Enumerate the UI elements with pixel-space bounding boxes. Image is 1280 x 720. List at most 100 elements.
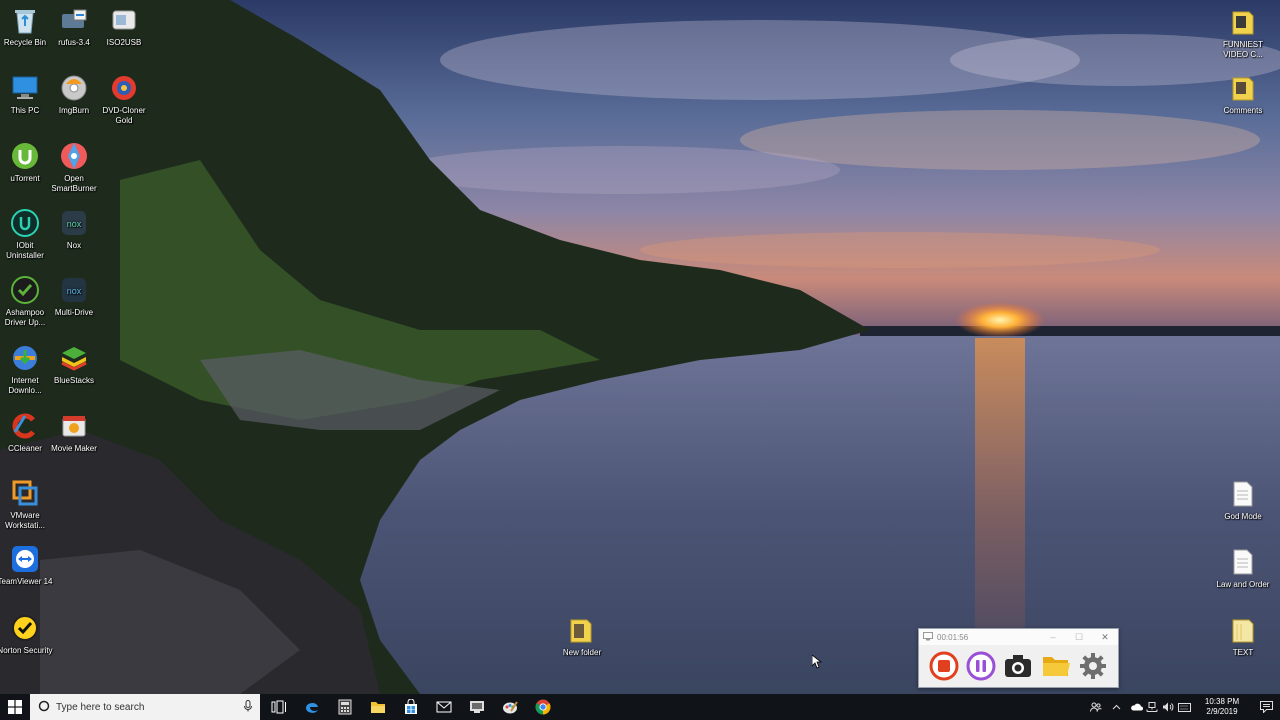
show-hidden-icons-chevron-icon[interactable] bbox=[1104, 694, 1128, 720]
desktop-icon-text[interactable]: TEXT bbox=[1218, 614, 1268, 658]
desktop-icon-label: Law and Order bbox=[1216, 580, 1270, 589]
desktop-icon-law-and-order[interactable]: Law and Order bbox=[1216, 546, 1270, 590]
microphone-icon[interactable] bbox=[244, 699, 252, 715]
onedrive-cloud-icon[interactable] bbox=[1128, 694, 1144, 720]
store-button[interactable] bbox=[394, 694, 427, 720]
text-file-icon bbox=[1227, 546, 1259, 578]
folder-icon bbox=[1227, 6, 1259, 38]
windows-logo-icon bbox=[8, 700, 22, 714]
desktop-icon-ccleaner[interactable]: CCleaner bbox=[0, 410, 50, 454]
recording-timer: 00:01:56 bbox=[937, 632, 969, 642]
desktop-icon-utorrent[interactable]: uTorrent bbox=[0, 140, 50, 184]
people-icon[interactable] bbox=[1088, 694, 1104, 720]
open-folder-button[interactable] bbox=[1040, 650, 1072, 682]
folder-icon bbox=[1227, 614, 1259, 646]
paint-icon bbox=[502, 701, 518, 714]
desktop-icon-label: TEXT bbox=[1232, 648, 1254, 657]
desktop-icon-teamviewer[interactable]: TeamViewer 14 bbox=[0, 543, 53, 587]
task-view-icon bbox=[271, 700, 286, 714]
desktop-icon-iso2usb[interactable]: ISO2USB bbox=[99, 4, 149, 48]
desktop-icon-label: rufus-3.4 bbox=[58, 38, 90, 47]
desktop-icon-movie-maker[interactable]: Movie Maker bbox=[49, 410, 99, 454]
desktop-icon-label: Norton Security bbox=[0, 646, 53, 655]
desktop-icon-imgburn[interactable]: ImgBurn bbox=[49, 72, 99, 116]
close-button[interactable]: ✕ bbox=[1092, 632, 1118, 643]
idm-icon bbox=[9, 342, 41, 374]
search-box[interactable]: Type here to search bbox=[30, 694, 260, 720]
mouse-cursor bbox=[811, 654, 823, 669]
desktop-icon-nox[interactable]: nox Nox bbox=[49, 207, 99, 251]
action-center-button[interactable] bbox=[1252, 694, 1280, 720]
this-pc-icon bbox=[9, 72, 41, 104]
settings-button[interactable] bbox=[1077, 650, 1109, 682]
edge-icon bbox=[305, 702, 318, 713]
desktop-icon-label: DVD-Cloner Gold bbox=[102, 106, 146, 125]
pause-button[interactable] bbox=[965, 650, 997, 682]
start-button[interactable] bbox=[0, 694, 30, 720]
desktop-icon-dvd-cloner[interactable]: DVD-Cloner Gold bbox=[99, 72, 149, 126]
desktop-icon-smartburner[interactable]: Open SmartBurner bbox=[49, 140, 99, 194]
stop-record-button[interactable] bbox=[928, 650, 960, 682]
text-file-icon bbox=[1227, 478, 1259, 510]
folder-icon bbox=[1227, 72, 1259, 104]
network-icon[interactable] bbox=[1144, 694, 1160, 720]
taskbar: Type here to search 10:38 PM 2/9/2019 bbox=[0, 694, 1280, 720]
desktop-icon-this-pc[interactable]: This PC bbox=[0, 72, 50, 116]
stop-record-icon bbox=[929, 651, 959, 681]
taskbar-clock[interactable]: 10:38 PM 2/9/2019 bbox=[1194, 697, 1250, 717]
media-app-button[interactable] bbox=[460, 694, 493, 720]
recorder-titlebar[interactable]: 00:01:56 – ☐ ✕ bbox=[919, 629, 1118, 645]
ccleaner-icon bbox=[9, 410, 41, 442]
desktop-icon-funniest-video[interactable]: FUNNIEST VIDEO C... bbox=[1218, 6, 1268, 60]
recorder-controls bbox=[919, 645, 1118, 687]
task-view-button[interactable] bbox=[262, 694, 295, 720]
file-explorer-icon bbox=[370, 702, 385, 713]
desktop-icon-god-mode[interactable]: God Mode bbox=[1218, 478, 1268, 522]
volume-icon[interactable] bbox=[1160, 694, 1176, 720]
calculator-button[interactable] bbox=[328, 694, 361, 720]
file-explorer-button[interactable] bbox=[361, 694, 394, 720]
paint-button[interactable] bbox=[493, 694, 526, 720]
desktop-icon-rufus[interactable]: rufus-3.4 bbox=[49, 4, 99, 48]
chrome-button[interactable] bbox=[526, 694, 559, 720]
desktop-icon-ashampoo[interactable]: Ashampoo Driver Up... bbox=[0, 274, 50, 328]
smartburner-icon bbox=[58, 140, 90, 172]
teamviewer-icon bbox=[9, 543, 41, 575]
desktop-icon-label: Open SmartBurner bbox=[51, 174, 97, 193]
iso2usb-icon bbox=[108, 4, 140, 36]
minimize-button[interactable]: – bbox=[1040, 632, 1066, 642]
desktop-icon-label: TeamViewer 14 bbox=[0, 577, 53, 586]
clock-date: 2/9/2019 bbox=[1206, 707, 1238, 716]
multi-drive-icon: nox bbox=[58, 274, 90, 306]
mail-button[interactable] bbox=[427, 694, 460, 720]
desktop-icon-recycle-bin[interactable]: Recycle Bin bbox=[0, 4, 50, 48]
desktop-icon-vmware[interactable]: VMware Workstati... bbox=[0, 477, 50, 531]
media-icon bbox=[469, 701, 484, 713]
keyboard-language-icon[interactable] bbox=[1176, 694, 1192, 720]
desktop-icon-internet-download-manager[interactable]: Internet Downlo... bbox=[0, 342, 50, 396]
recycle-bin-icon bbox=[9, 4, 41, 36]
desktop-icon-bluestacks[interactable]: BlueStacks bbox=[49, 342, 99, 386]
edge-button[interactable] bbox=[295, 694, 328, 720]
screen-recorder-window[interactable]: 00:01:56 – ☐ ✕ bbox=[918, 628, 1119, 688]
desktop-icon-comments[interactable]: Comments bbox=[1218, 72, 1268, 116]
desktop-icon-multi-drive[interactable]: nox Multi-Drive bbox=[49, 274, 99, 318]
desktop-icon-label: FUNNIEST VIDEO C... bbox=[1223, 40, 1263, 59]
iobit-uninstaller-icon bbox=[9, 207, 41, 239]
screenshot-button[interactable] bbox=[1002, 650, 1034, 682]
ashampoo-icon bbox=[9, 274, 41, 306]
desktop-icon-label: Movie Maker bbox=[51, 444, 97, 453]
desktop-icon-iobit-uninstaller[interactable]: IObit Uninstaller bbox=[0, 207, 50, 261]
maximize-button[interactable]: ☐ bbox=[1066, 632, 1092, 643]
desktop-icon-label: New folder bbox=[562, 648, 602, 657]
desktop-icon-norton[interactable]: Norton Security bbox=[0, 612, 53, 656]
nox-icon: nox bbox=[58, 207, 90, 239]
search-icon bbox=[38, 700, 50, 715]
desktop-icon-new-folder[interactable]: New folder bbox=[557, 614, 607, 658]
desktop-icon-label: Multi-Drive bbox=[54, 308, 94, 317]
rufus-icon bbox=[58, 4, 90, 36]
desktop-icon-label: BlueStacks bbox=[53, 376, 95, 385]
desktop-wallpaper bbox=[0, 0, 1280, 694]
mail-icon bbox=[436, 701, 451, 713]
movie-maker-icon bbox=[58, 410, 90, 442]
